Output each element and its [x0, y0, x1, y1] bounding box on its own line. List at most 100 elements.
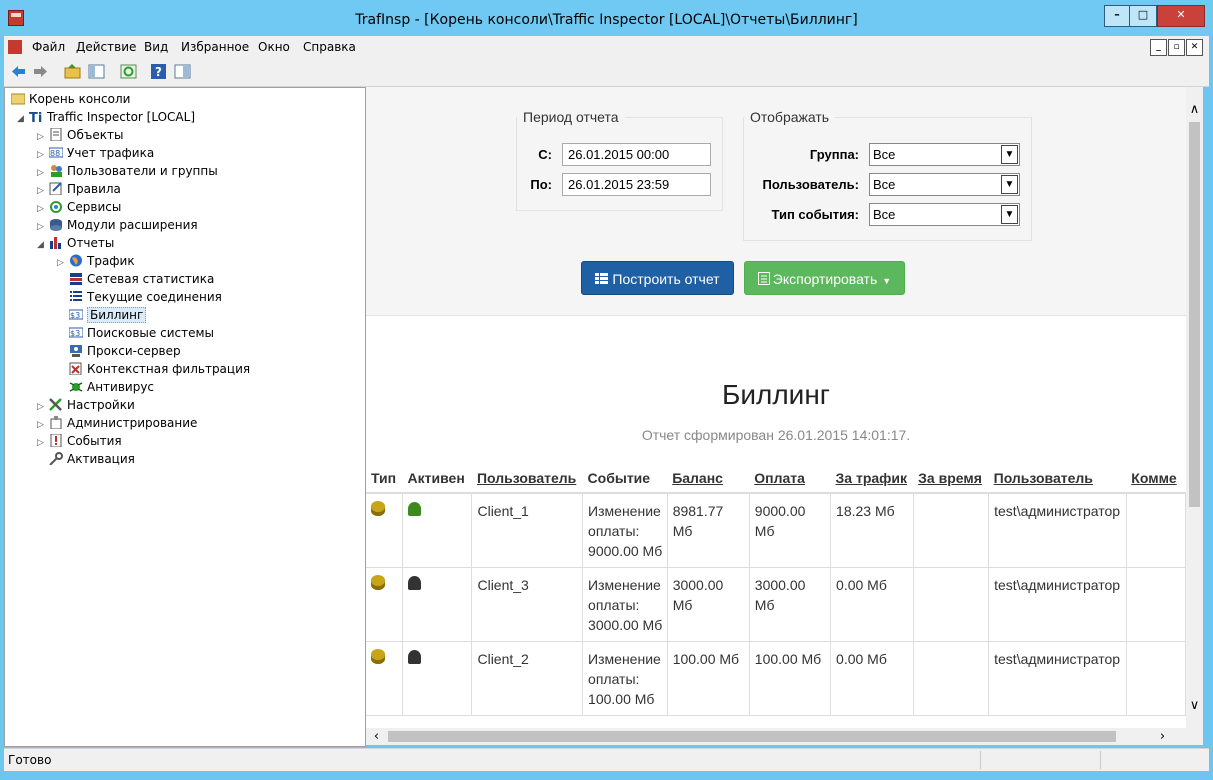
export-button[interactable]: Экспортировать ▼	[744, 261, 905, 295]
show-tree-icon[interactable]	[88, 63, 105, 80]
status-bar: Готово	[4, 748, 1209, 771]
vertical-scroll-thumb[interactable]	[1189, 122, 1200, 507]
period-legend: Период отчета	[523, 109, 619, 125]
scroll-up-icon[interactable]: ∧	[1186, 101, 1203, 118]
expand-icon[interactable]: ▷	[37, 417, 49, 433]
date-from-input[interactable]: 26.01.2015 00:00	[562, 143, 711, 166]
tree-item-current-connections[interactable]: Текущие соединения	[69, 289, 222, 305]
tree-item-root[interactable]: Корень консоли	[11, 91, 130, 107]
close-button[interactable]: ✕	[1157, 5, 1205, 27]
scroll-right-icon[interactable]: ›	[1154, 728, 1171, 745]
tree-item-network-stats[interactable]: Сетевая статистика	[69, 271, 214, 287]
tree-item-services[interactable]: ▷ Сервисы	[37, 199, 121, 215]
menu-window[interactable]: Окно	[258, 40, 290, 54]
horizontal-scroll-thumb[interactable]	[388, 731, 1116, 742]
chevron-down-icon[interactable]: ▼	[1001, 205, 1018, 224]
col-payment-sort[interactable]: Оплата	[749, 462, 831, 494]
display-legend: Отображать	[750, 109, 830, 125]
maximize-button[interactable]: □	[1129, 5, 1157, 27]
expand-icon[interactable]: ▷	[37, 129, 49, 145]
menu-action[interactable]: Действие	[76, 40, 136, 54]
traffic-inspector-icon: Ti	[29, 111, 42, 123]
tree-item-administration[interactable]: ▷ Администрирование	[37, 415, 197, 431]
tree-item-reports[interactable]: ◢ Отчеты	[37, 235, 114, 251]
horizontal-scrollbar[interactable]: ‹ ›	[366, 728, 1186, 745]
tree-item-settings[interactable]: ▷ Настройки	[37, 397, 135, 413]
tree-item-search-engines[interactable]: $3 Поисковые системы	[69, 325, 214, 341]
menu-favorites[interactable]: Избранное	[181, 40, 249, 54]
mdi-minimize-button[interactable]: _	[1150, 39, 1167, 56]
group-select[interactable]: Все ▼	[869, 143, 1020, 166]
expand-icon[interactable]: ▷	[37, 183, 49, 199]
globe-icon	[70, 254, 82, 267]
proxy-icon	[70, 345, 82, 357]
collapse-icon[interactable]: ◢	[17, 111, 29, 127]
vertical-scrollbar[interactable]: ∧ ∨	[1186, 87, 1203, 728]
tree-item-server[interactable]: ◢ Ti Traffic Inspector [LOCAL]	[17, 109, 195, 125]
scroll-left-icon[interactable]: ‹	[368, 728, 385, 745]
up-folder-icon[interactable]	[64, 63, 81, 80]
mdi-restore-button[interactable]: ▫	[1168, 39, 1185, 56]
tree-item-users-groups[interactable]: ▷ Пользователи и группы	[37, 163, 218, 179]
col-comment-sort[interactable]: Комме	[1126, 462, 1186, 494]
col-user-sort[interactable]: Пользователь	[471, 462, 583, 494]
chevron-down-icon[interactable]: ▼	[1001, 175, 1018, 194]
balance-cell: 3000.00 Мб	[667, 567, 750, 642]
expand-icon[interactable]: ▷	[37, 165, 49, 181]
action-pane-icon[interactable]	[174, 63, 191, 80]
tree-item-activation[interactable]: Активация	[49, 451, 135, 467]
tree-item-proxy-server[interactable]: Прокси-сервер	[69, 343, 181, 359]
author-cell: test\администратор	[988, 567, 1127, 642]
comment-cell	[1126, 641, 1186, 716]
build-report-button[interactable]: Построить отчет	[581, 261, 734, 295]
tree-item-rules[interactable]: ▷ Правила	[37, 181, 121, 197]
expand-icon[interactable]: ▷	[37, 147, 49, 163]
window-title: TrafInsp - [Корень консоли\Traffic Inspe…	[355, 12, 858, 28]
tree-item-traffic-accounting[interactable]: ▷ 88 Учет трафика	[37, 145, 154, 161]
services-icon	[50, 201, 62, 213]
tree-item-content-filtering[interactable]: Контекстная фильтрация	[69, 361, 250, 377]
mdi-close-button[interactable]: ✕	[1186, 39, 1203, 56]
expand-icon[interactable]: ▷	[37, 435, 49, 451]
mdi-controls: _ ▫ ✕	[1149, 38, 1203, 56]
status-text: Готово	[8, 753, 52, 767]
collapse-icon[interactable]: ◢	[37, 237, 49, 253]
billing-icon: $3	[69, 309, 83, 320]
menu-file[interactable]: Файл	[32, 40, 65, 54]
report-content: Период отчета С: 26.01.2015 00:00 По: 26…	[366, 87, 1186, 745]
col-balance-sort[interactable]: Баланс	[667, 462, 750, 494]
event-type-select[interactable]: Все ▼	[869, 203, 1020, 226]
console-icon[interactable]	[8, 40, 22, 54]
tree-item-billing[interactable]: $3 Биллинг	[69, 307, 147, 323]
menu-help[interactable]: Справка	[303, 40, 356, 54]
refresh-icon[interactable]	[120, 63, 137, 80]
user-select[interactable]: Все ▼	[869, 173, 1020, 196]
modules-icon	[50, 219, 62, 231]
table-header: Тип Активен Пользователь Событие Баланс …	[366, 462, 1186, 494]
payment-cell: 9000.00 Мб	[749, 493, 832, 568]
coins-icon	[371, 575, 385, 590]
date-to-input[interactable]: 26.01.2015 23:59	[562, 173, 711, 196]
expand-icon[interactable]: ▷	[37, 201, 49, 217]
forward-arrow-icon[interactable]	[32, 63, 49, 80]
col-traffic-sort[interactable]: За трафик	[830, 462, 914, 494]
expand-icon[interactable]: ▷	[37, 399, 49, 415]
col-author-sort[interactable]: Пользователь	[988, 462, 1127, 494]
col-time-sort[interactable]: За время	[913, 462, 989, 494]
event-cell: Изменение оплаты: 9000.00 Мб	[582, 493, 668, 568]
minimize-button[interactable]: –	[1104, 5, 1130, 27]
tree-item-events[interactable]: ▷ События	[37, 433, 122, 449]
chevron-down-icon[interactable]: ▼	[1001, 145, 1018, 164]
user-inactive-icon	[408, 576, 422, 590]
help-icon[interactable]: ?	[150, 63, 167, 80]
tree-item-extensions[interactable]: ▷ Модули расширения	[37, 217, 198, 233]
tree-item-objects[interactable]: ▷ Объекты	[37, 127, 123, 143]
menu-view[interactable]: Вид	[144, 40, 168, 54]
expand-icon[interactable]: ▷	[37, 219, 49, 235]
back-arrow-icon[interactable]	[10, 63, 27, 80]
tree-item-traffic[interactable]: ▷ Трафик	[57, 253, 135, 269]
tree-item-antivirus[interactable]: Антивирус	[69, 379, 154, 395]
expand-icon[interactable]: ▷	[57, 255, 69, 271]
scroll-down-icon[interactable]: ∨	[1186, 697, 1203, 714]
toolbar: ?	[4, 58, 1209, 87]
